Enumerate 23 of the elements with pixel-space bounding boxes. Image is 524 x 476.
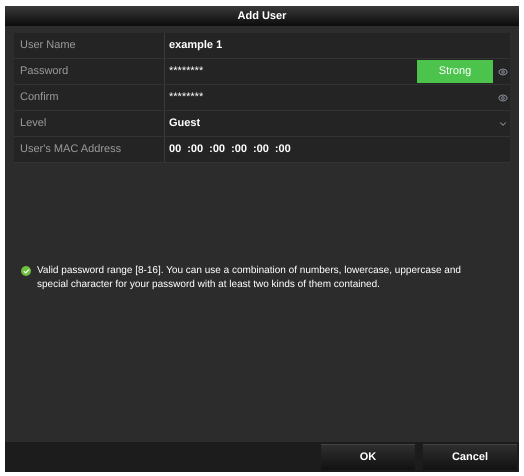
field-label: Level <box>20 116 46 132</box>
window-title: Add User <box>238 8 286 24</box>
password-hint: Valid password range [8-16]. You can use a combination of numbers, lowercase, uppercase and special character for your password with at least two kinds of them contained. <box>37 264 462 292</box>
mac-octet[interactable]: :00 <box>274 141 291 158</box>
mac-octet[interactable]: :00 <box>187 141 204 158</box>
field-value: example 1 <box>169 38 222 54</box>
mac-octet[interactable]: :00 <box>231 141 247 158</box>
mac-octet[interactable]: :00 <box>252 141 269 158</box>
eye-icon[interactable] <box>498 66 508 76</box>
check-icon <box>21 266 31 276</box>
mac-octet[interactable]: 00 <box>169 141 182 158</box>
eye-icon[interactable] <box>498 92 508 102</box>
strength-badge: Strong <box>417 60 493 83</box>
field-label: Confirm <box>20 90 59 106</box>
field-label: User's MAC Address <box>20 142 122 158</box>
field-label: User Name <box>20 38 76 54</box>
mac-octet[interactable]: :00 <box>209 141 226 158</box>
dialog-button[interactable]: Cancel <box>423 444 517 470</box>
field-label: Password <box>20 64 68 80</box>
field-value: ******** <box>169 64 204 80</box>
field-value: ******** <box>169 90 204 106</box>
field-value: Guest <box>169 116 200 132</box>
dialog-button[interactable]: OK <box>321 444 415 470</box>
